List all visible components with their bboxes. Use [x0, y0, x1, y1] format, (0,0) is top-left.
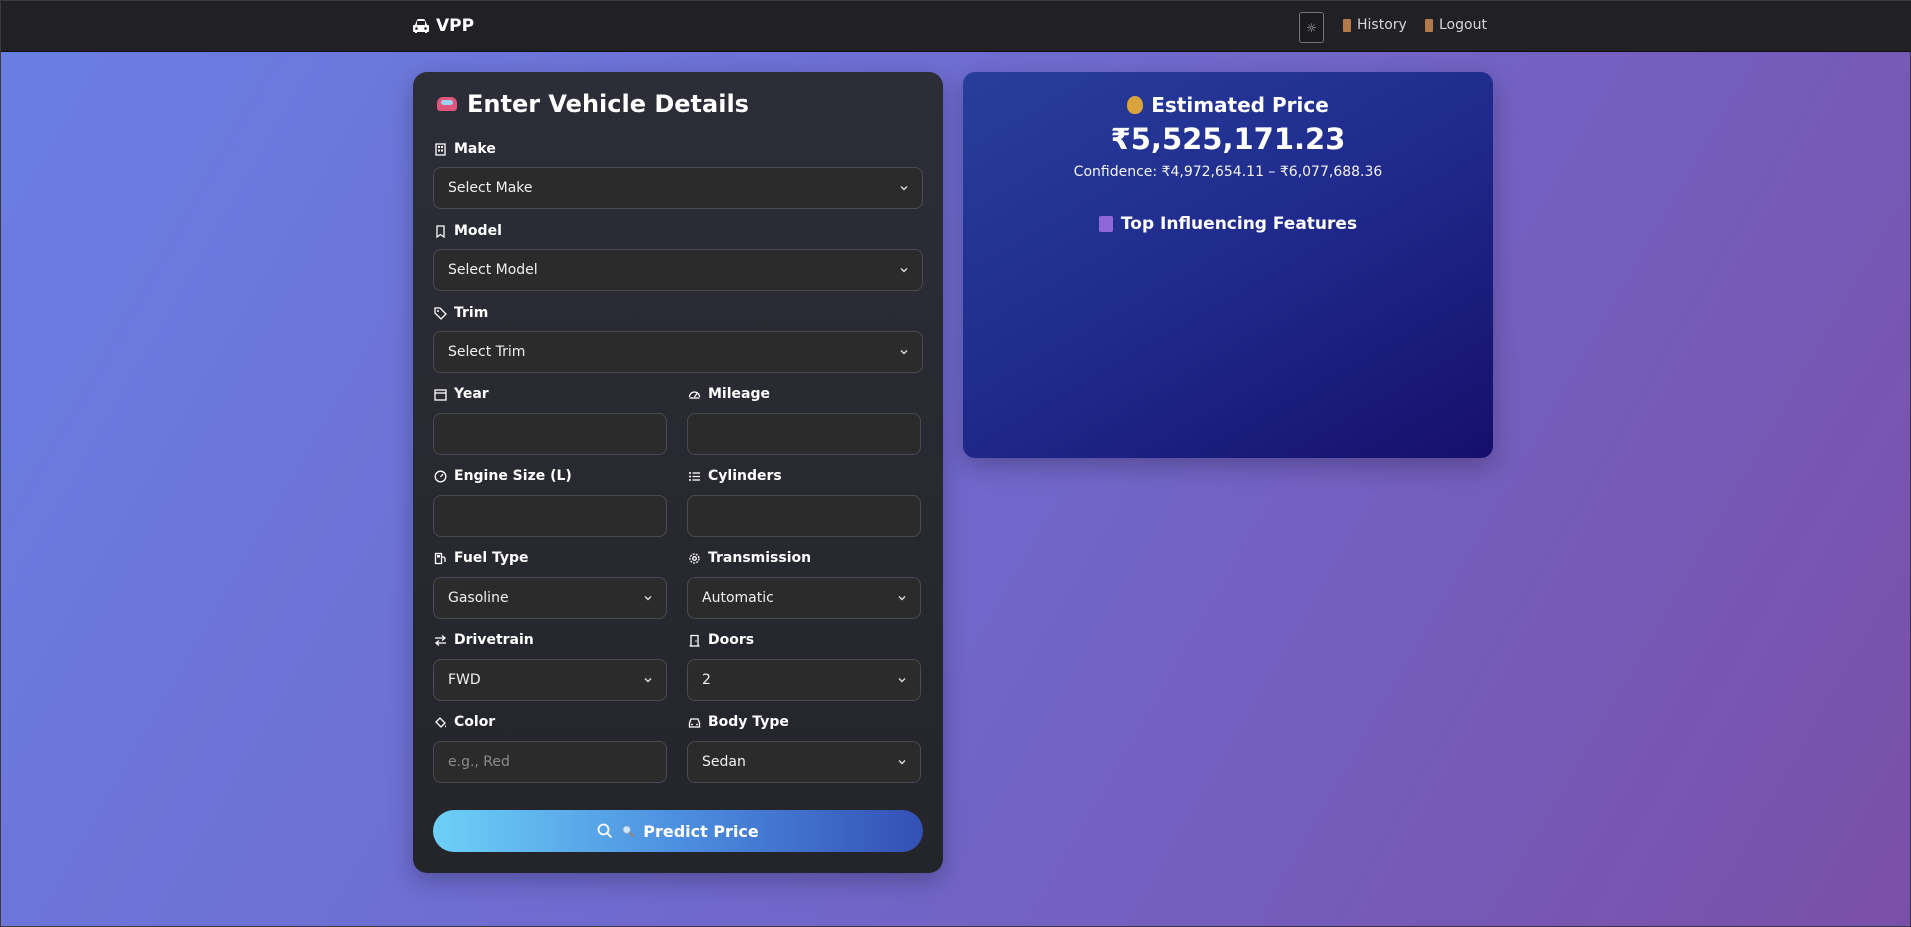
- trim-select[interactable]: Select Trim: [433, 331, 923, 373]
- body-type-select[interactable]: Sedan: [687, 741, 921, 783]
- fuel-pump-icon: [434, 552, 446, 564]
- drivetrain-select[interactable]: FWD: [433, 659, 667, 701]
- year-label-text: Year: [454, 386, 489, 402]
- doors-label: Doors: [688, 632, 754, 648]
- vehicle-details-card: Enter Vehicle Details Make Select Make M…: [413, 72, 943, 873]
- top-arrow-icon: [1098, 216, 1113, 232]
- gauge-icon: [434, 470, 447, 482]
- chevron-down-icon: [644, 596, 652, 601]
- nav-logout-label: Logout: [1439, 17, 1487, 33]
- fuel-type-label: Fuel Type: [434, 550, 529, 566]
- top-features-title-text: Top Influencing Features: [1120, 214, 1358, 234]
- make-label-text: Make: [454, 141, 496, 157]
- chevron-down-icon: [900, 186, 908, 191]
- transmission-select[interactable]: Automatic: [687, 577, 921, 619]
- theme-toggle-button[interactable]: ☼: [1299, 12, 1324, 43]
- fuel-type-select[interactable]: Gasoline: [433, 577, 667, 619]
- estimated-price-title: Estimated Price: [963, 93, 1493, 117]
- color-label-text: Color: [454, 714, 496, 730]
- mileage-label: Mileage: [688, 386, 770, 402]
- model-select-value: Select Model: [448, 262, 538, 278]
- chevron-down-icon: [898, 760, 906, 765]
- cylinders-input[interactable]: [687, 495, 921, 537]
- drivetrain-label-text: Drivetrain: [454, 632, 534, 648]
- make-select-value: Select Make: [448, 180, 533, 196]
- money-bag-icon: [1127, 96, 1144, 114]
- door-icon: [1425, 18, 1433, 32]
- car-icon: [413, 19, 429, 33]
- trim-label: Trim: [434, 305, 488, 321]
- body-type-label-text: Body Type: [708, 714, 789, 730]
- tags-icon: [434, 306, 447, 320]
- nav-logout-link[interactable]: Logout: [1425, 17, 1487, 33]
- chevron-down-icon: [644, 678, 652, 683]
- trim-select-value: Select Trim: [448, 344, 526, 360]
- estimated-price-title-text: Estimated Price: [1151, 93, 1329, 117]
- form-title: Enter Vehicle Details: [437, 90, 749, 118]
- speedometer-icon: [688, 390, 701, 399]
- chevron-down-icon: [900, 350, 908, 355]
- top-navbar: VPP ☼ History Logout: [1, 1, 1911, 52]
- engine-size-label-text: Engine Size (L): [454, 468, 572, 484]
- list-icon: [689, 471, 700, 481]
- trim-label-text: Trim: [454, 305, 489, 321]
- magnifier-emoji-icon: [622, 825, 635, 837]
- cylinders-label-text: Cylinders: [708, 468, 782, 484]
- top-features-title: Top Influencing Features: [963, 214, 1493, 234]
- transmission-select-value: Automatic: [702, 590, 774, 606]
- model-label-text: Model: [454, 223, 502, 239]
- fuel-type-label-text: Fuel Type: [454, 550, 529, 566]
- gear-icon: [689, 552, 700, 564]
- make-select[interactable]: Select Make: [433, 167, 923, 209]
- form-title-text: Enter Vehicle Details: [467, 90, 749, 118]
- predict-price-label: Predict Price: [643, 821, 759, 841]
- nav-history-link[interactable]: History: [1343, 17, 1407, 33]
- estimated-price-value: ₹5,525,171.23: [1110, 122, 1346, 156]
- estimated-price-card: Estimated Price ₹5,525,171.23 Confidence…: [963, 72, 1493, 458]
- door-icon: [689, 634, 700, 647]
- model-label: Model: [434, 223, 502, 239]
- mileage-label-text: Mileage: [708, 386, 770, 402]
- model-select[interactable]: Select Model: [433, 249, 923, 291]
- chevron-down-icon: [900, 268, 908, 273]
- mileage-input[interactable]: [687, 413, 921, 455]
- chevron-down-icon: [898, 678, 906, 683]
- book-icon: [1343, 18, 1351, 32]
- drivetrain-select-value: FWD: [448, 672, 481, 688]
- drivetrain-label: Drivetrain: [434, 632, 534, 648]
- brand-name: VPP: [436, 16, 475, 36]
- color-input-placeholder: e.g., Red: [448, 754, 510, 770]
- confidence-range: Confidence: ₹4,972,654.11 – ₹6,077,688.3…: [1073, 164, 1383, 180]
- year-label: Year: [434, 386, 489, 402]
- search-icon: [597, 823, 613, 839]
- engine-size-input[interactable]: [433, 495, 667, 537]
- color-label: Color: [434, 714, 495, 730]
- calendar-icon: [434, 388, 447, 401]
- sun-icon: ☼: [1306, 20, 1317, 35]
- cylinders-label: Cylinders: [688, 468, 782, 484]
- bookmark-icon: [436, 224, 445, 238]
- paint-bucket-icon: [435, 716, 446, 728]
- make-label: Make: [434, 141, 496, 157]
- transmission-label-text: Transmission: [708, 550, 812, 566]
- body-type-select-value: Sedan: [702, 754, 746, 770]
- year-input[interactable]: [433, 413, 667, 455]
- brand-logo[interactable]: VPP: [412, 16, 474, 36]
- chevron-down-icon: [898, 596, 906, 601]
- doors-select[interactable]: 2: [687, 659, 921, 701]
- body-type-label: Body Type: [688, 714, 789, 730]
- doors-select-value: 2: [702, 672, 711, 688]
- building-icon: [435, 142, 446, 156]
- arrows-exchange-icon: [434, 634, 447, 646]
- predict-price-button[interactable]: Predict Price: [433, 810, 923, 852]
- color-input[interactable]: e.g., Red: [433, 741, 667, 783]
- doors-label-text: Doors: [708, 632, 755, 648]
- car-emoji-icon: [437, 97, 457, 111]
- transmission-label: Transmission: [688, 550, 811, 566]
- engine-size-label: Engine Size (L): [434, 468, 572, 484]
- fuel-type-select-value: Gasoline: [448, 590, 509, 606]
- nav-history-label: History: [1357, 17, 1407, 33]
- car-front-icon: [688, 717, 701, 728]
